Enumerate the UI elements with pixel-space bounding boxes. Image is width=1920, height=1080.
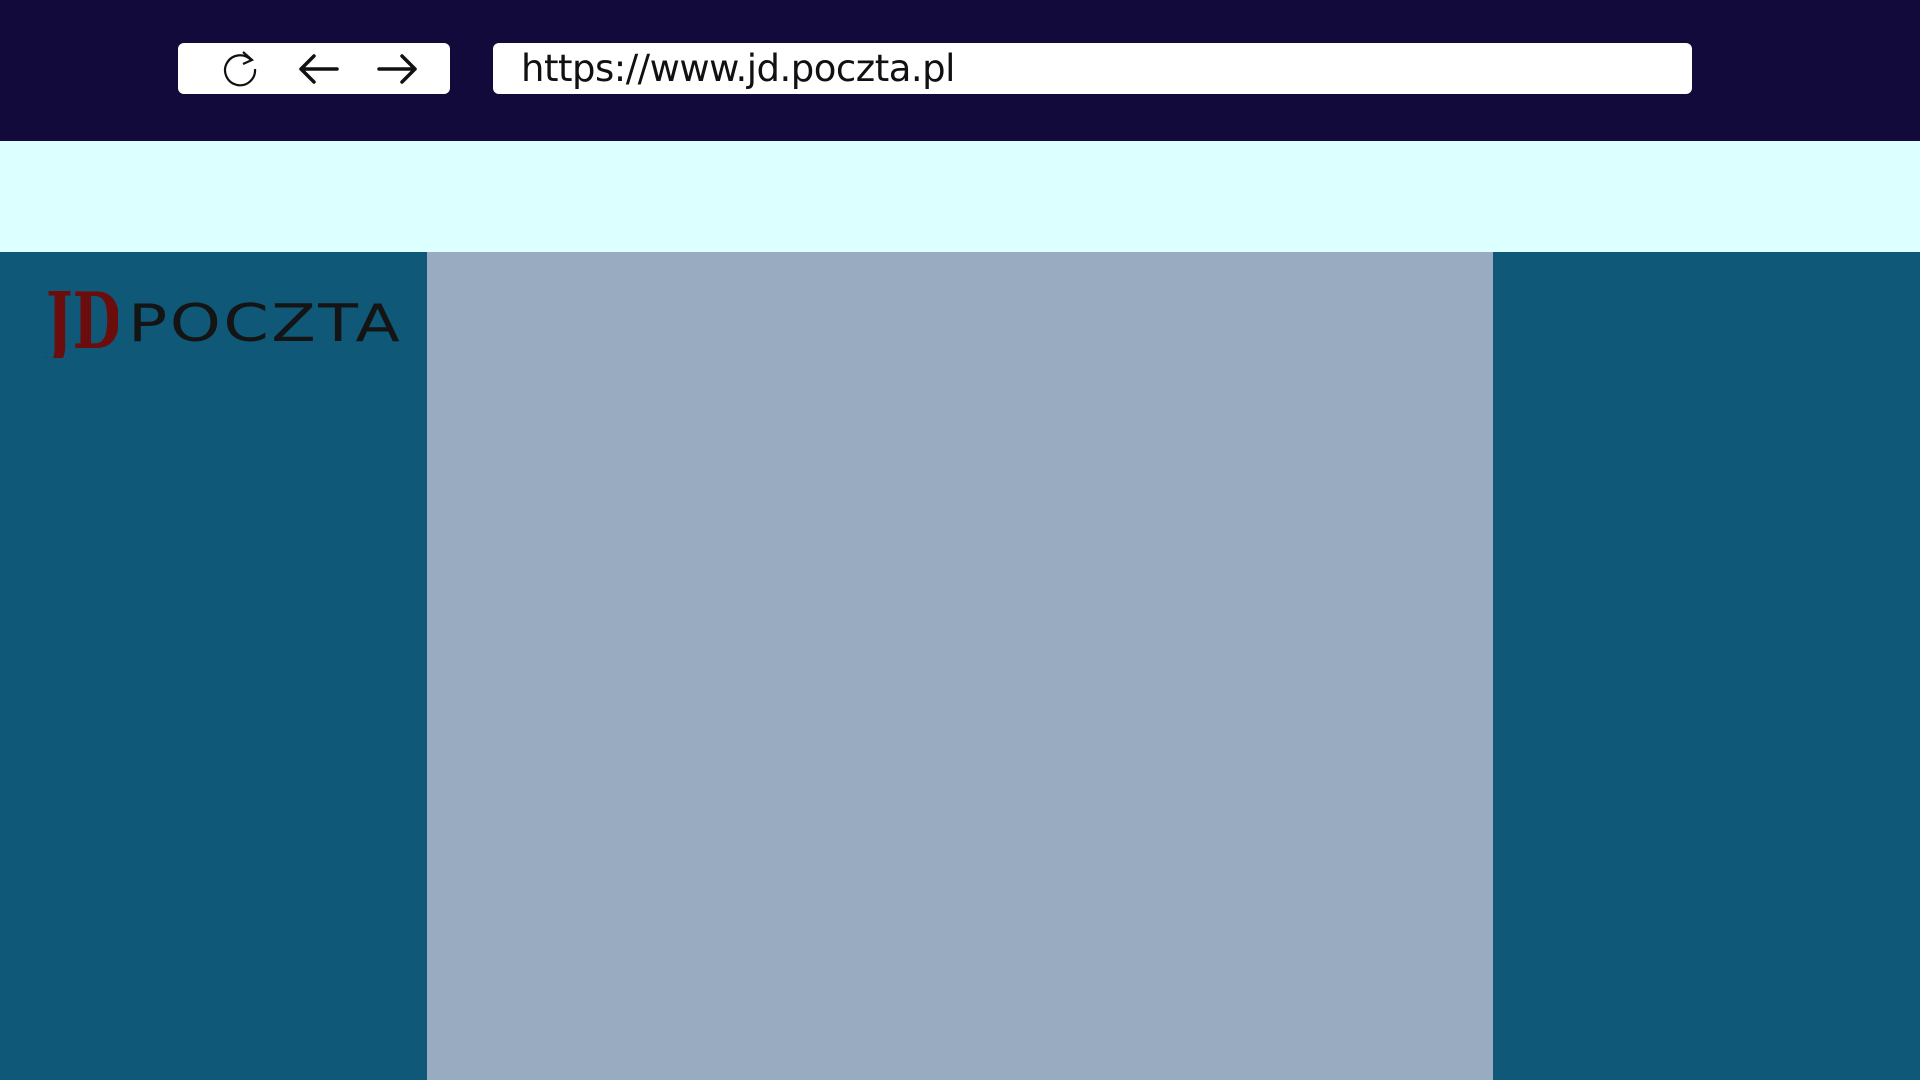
browser-toolbar: https://www.jd.poczta.pl <box>0 0 1920 141</box>
logo-text: POCZTA <box>128 294 403 354</box>
subheader-banner <box>0 141 1920 252</box>
svg-text:JD: JD <box>46 278 118 358</box>
jd-logo-mark: JD <box>46 278 118 358</box>
main-content <box>427 252 1493 1080</box>
url-text: https://www.jd.poczta.pl <box>521 47 955 90</box>
navigation-controls <box>178 43 450 94</box>
reload-icon <box>224 50 257 86</box>
back-button[interactable] <box>288 43 348 94</box>
right-sidebar <box>1493 252 1920 1080</box>
site-logo[interactable]: JD POCZTA <box>46 278 400 358</box>
forward-button[interactable] <box>368 43 428 94</box>
back-arrow-icon <box>299 53 339 84</box>
forward-arrow-icon <box>377 53 417 84</box>
left-sidebar <box>0 252 427 1080</box>
address-bar[interactable]: https://www.jd.poczta.pl <box>493 43 1692 94</box>
reload-button[interactable] <box>210 43 270 94</box>
